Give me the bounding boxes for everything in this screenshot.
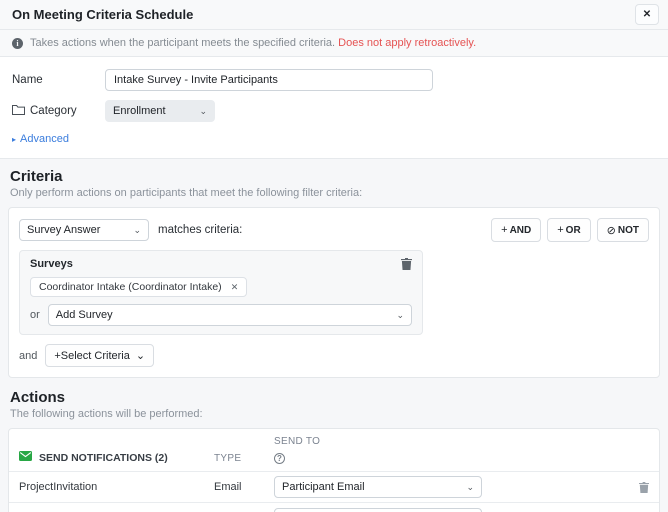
table-row: ProjectInvitation Email Participant Emai… bbox=[9, 472, 659, 503]
info-icon: i bbox=[12, 37, 23, 49]
category-select[interactable]: Enrollment ⌄ bbox=[105, 100, 215, 122]
category-label: Category bbox=[12, 104, 105, 118]
actions-heading: Actions bbox=[10, 389, 66, 406]
add-and-button[interactable]: + AND bbox=[491, 218, 542, 242]
name-label: Name bbox=[12, 74, 43, 86]
notifications-column-header: SEND NOTIFICATIONS (2) bbox=[19, 451, 214, 464]
or-label: or bbox=[30, 309, 40, 321]
add-survey-select[interactable]: Add Survey ⌄ bbox=[47, 304, 412, 326]
info-bar: i Takes actions when the participant mee… bbox=[0, 30, 668, 57]
delete-surveys-criterion-button[interactable] bbox=[401, 258, 412, 270]
survey-tag: Coordinator Intake (Coordinator Intake) … bbox=[30, 277, 248, 297]
actions-table-header: SEND NOTIFICATIONS (2) TYPE SEND TO ? bbox=[9, 429, 659, 472]
sendto-column-label: SEND TO bbox=[274, 436, 321, 447]
criteria-heading: Criteria bbox=[10, 168, 63, 185]
survey-tag-label: Coordinator Intake (Coordinator Intake) bbox=[39, 281, 222, 293]
category-label-text: Category bbox=[30, 105, 77, 117]
select-criteria-button-label: +Select Criteria bbox=[54, 349, 130, 362]
sendto-select[interactable]: Participant Email ⌄ bbox=[274, 476, 482, 498]
envelope-icon bbox=[19, 451, 32, 464]
info-text-main: Takes actions when the participant meets… bbox=[30, 37, 336, 49]
caret-right-icon: ▸ bbox=[12, 134, 17, 144]
notifications-column-label: SEND NOTIFICATIONS (2) bbox=[39, 451, 168, 464]
chevron-down-icon: ⌄ bbox=[396, 309, 404, 320]
close-icon: ✕ bbox=[642, 9, 652, 20]
modal-header: On Meeting Criteria Schedule ✕ bbox=[0, 0, 668, 30]
on-meeting-criteria-schedule-modal: On Meeting Criteria Schedule ✕ i Takes a… bbox=[0, 0, 668, 512]
remove-tag-icon[interactable]: ✕ bbox=[231, 282, 239, 293]
trash-icon bbox=[639, 481, 649, 496]
advanced-toggle[interactable]: ▸ Advanced bbox=[12, 133, 656, 145]
surveys-subpanel-head: Surveys bbox=[30, 258, 412, 270]
chevron-down-icon: ⌄ bbox=[199, 105, 207, 116]
notification-name: ProjectInvitation bbox=[19, 481, 98, 493]
surveys-heading: Surveys bbox=[30, 258, 73, 270]
actions-section-head: Actions The following actions will be pe… bbox=[10, 389, 658, 420]
chevron-down-icon: ⌄ bbox=[133, 224, 141, 235]
category-selected-value: Enrollment bbox=[113, 105, 166, 117]
notification-type: Email bbox=[214, 481, 242, 493]
sendto-selected-value: Participant Email bbox=[282, 481, 365, 493]
modal-title: On Meeting Criteria Schedule bbox=[12, 7, 194, 22]
filter-type-select[interactable]: Survey Answer ⌄ bbox=[19, 219, 149, 241]
logic-buttons: + AND + OR ⊘ NOT bbox=[491, 218, 649, 242]
criteria-filter-row: Survey Answer ⌄ matches criteria: + AND +… bbox=[19, 218, 649, 242]
name-row: Name bbox=[12, 69, 656, 91]
table-row: ProjectInvitation_SMS Sms Participant Mo… bbox=[9, 503, 659, 512]
actions-section: Actions The following actions will be pe… bbox=[0, 389, 668, 512]
sendto-select[interactable]: Participant Mobile Phone ⌄ bbox=[274, 507, 482, 512]
add-survey-row: or Add Survey ⌄ bbox=[30, 304, 412, 326]
not-button-label: NOT bbox=[617, 224, 639, 236]
sendto-column-header: SEND TO ? bbox=[274, 436, 482, 464]
plus-icon: + bbox=[501, 224, 508, 236]
info-text: Takes actions when the participant meets… bbox=[30, 37, 476, 49]
and-label: and bbox=[19, 349, 38, 362]
actions-subheading: The following actions will be performed: bbox=[10, 408, 203, 420]
folder-icon bbox=[12, 104, 25, 118]
select-criteria-row: and +Select Criteria ⌄ bbox=[19, 344, 649, 367]
and-button-label: AND bbox=[509, 224, 532, 236]
trash-icon bbox=[401, 258, 412, 273]
form-section: Name Category Enrollment ⌄ ▸ Advanced bbox=[0, 57, 668, 159]
criteria-section-head: Criteria Only perform actions on partici… bbox=[10, 168, 658, 199]
info-warning-text: Does not apply retroactively. bbox=[338, 37, 477, 49]
plus-icon: + bbox=[557, 224, 564, 236]
help-icon[interactable]: ? bbox=[274, 453, 285, 464]
criteria-subheading: Only perform actions on participants tha… bbox=[10, 187, 363, 199]
add-not-button[interactable]: ⊘ NOT bbox=[596, 218, 649, 242]
chevron-down-icon: ⌄ bbox=[135, 350, 146, 362]
chevron-down-icon: ⌄ bbox=[466, 481, 474, 492]
matches-criteria-label: matches criteria: bbox=[158, 224, 243, 236]
actions-table-panel: SEND NOTIFICATIONS (2) TYPE SEND TO ? Pr… bbox=[8, 428, 660, 512]
add-survey-selected-value: Add Survey bbox=[55, 309, 113, 321]
surveys-subpanel: Surveys Coordinator Intake (Coordinator … bbox=[19, 250, 423, 335]
or-button-label: OR bbox=[565, 224, 581, 236]
delete-notification-button[interactable] bbox=[639, 481, 649, 496]
advanced-label: Advanced bbox=[20, 133, 69, 145]
select-criteria-button[interactable]: +Select Criteria ⌄ bbox=[45, 344, 155, 367]
category-row: Category Enrollment ⌄ bbox=[12, 100, 656, 122]
modal-body: Criteria Only perform actions on partici… bbox=[0, 159, 668, 512]
criteria-panel: Survey Answer ⌄ matches criteria: + AND +… bbox=[8, 207, 660, 378]
name-input[interactable] bbox=[105, 69, 433, 91]
not-icon: ⊘ bbox=[606, 224, 616, 237]
filter-type-selected-value: Survey Answer bbox=[27, 224, 101, 236]
type-column-header: TYPE bbox=[214, 453, 242, 464]
close-button[interactable]: ✕ bbox=[635, 4, 659, 25]
add-or-button[interactable]: + OR bbox=[547, 218, 591, 242]
